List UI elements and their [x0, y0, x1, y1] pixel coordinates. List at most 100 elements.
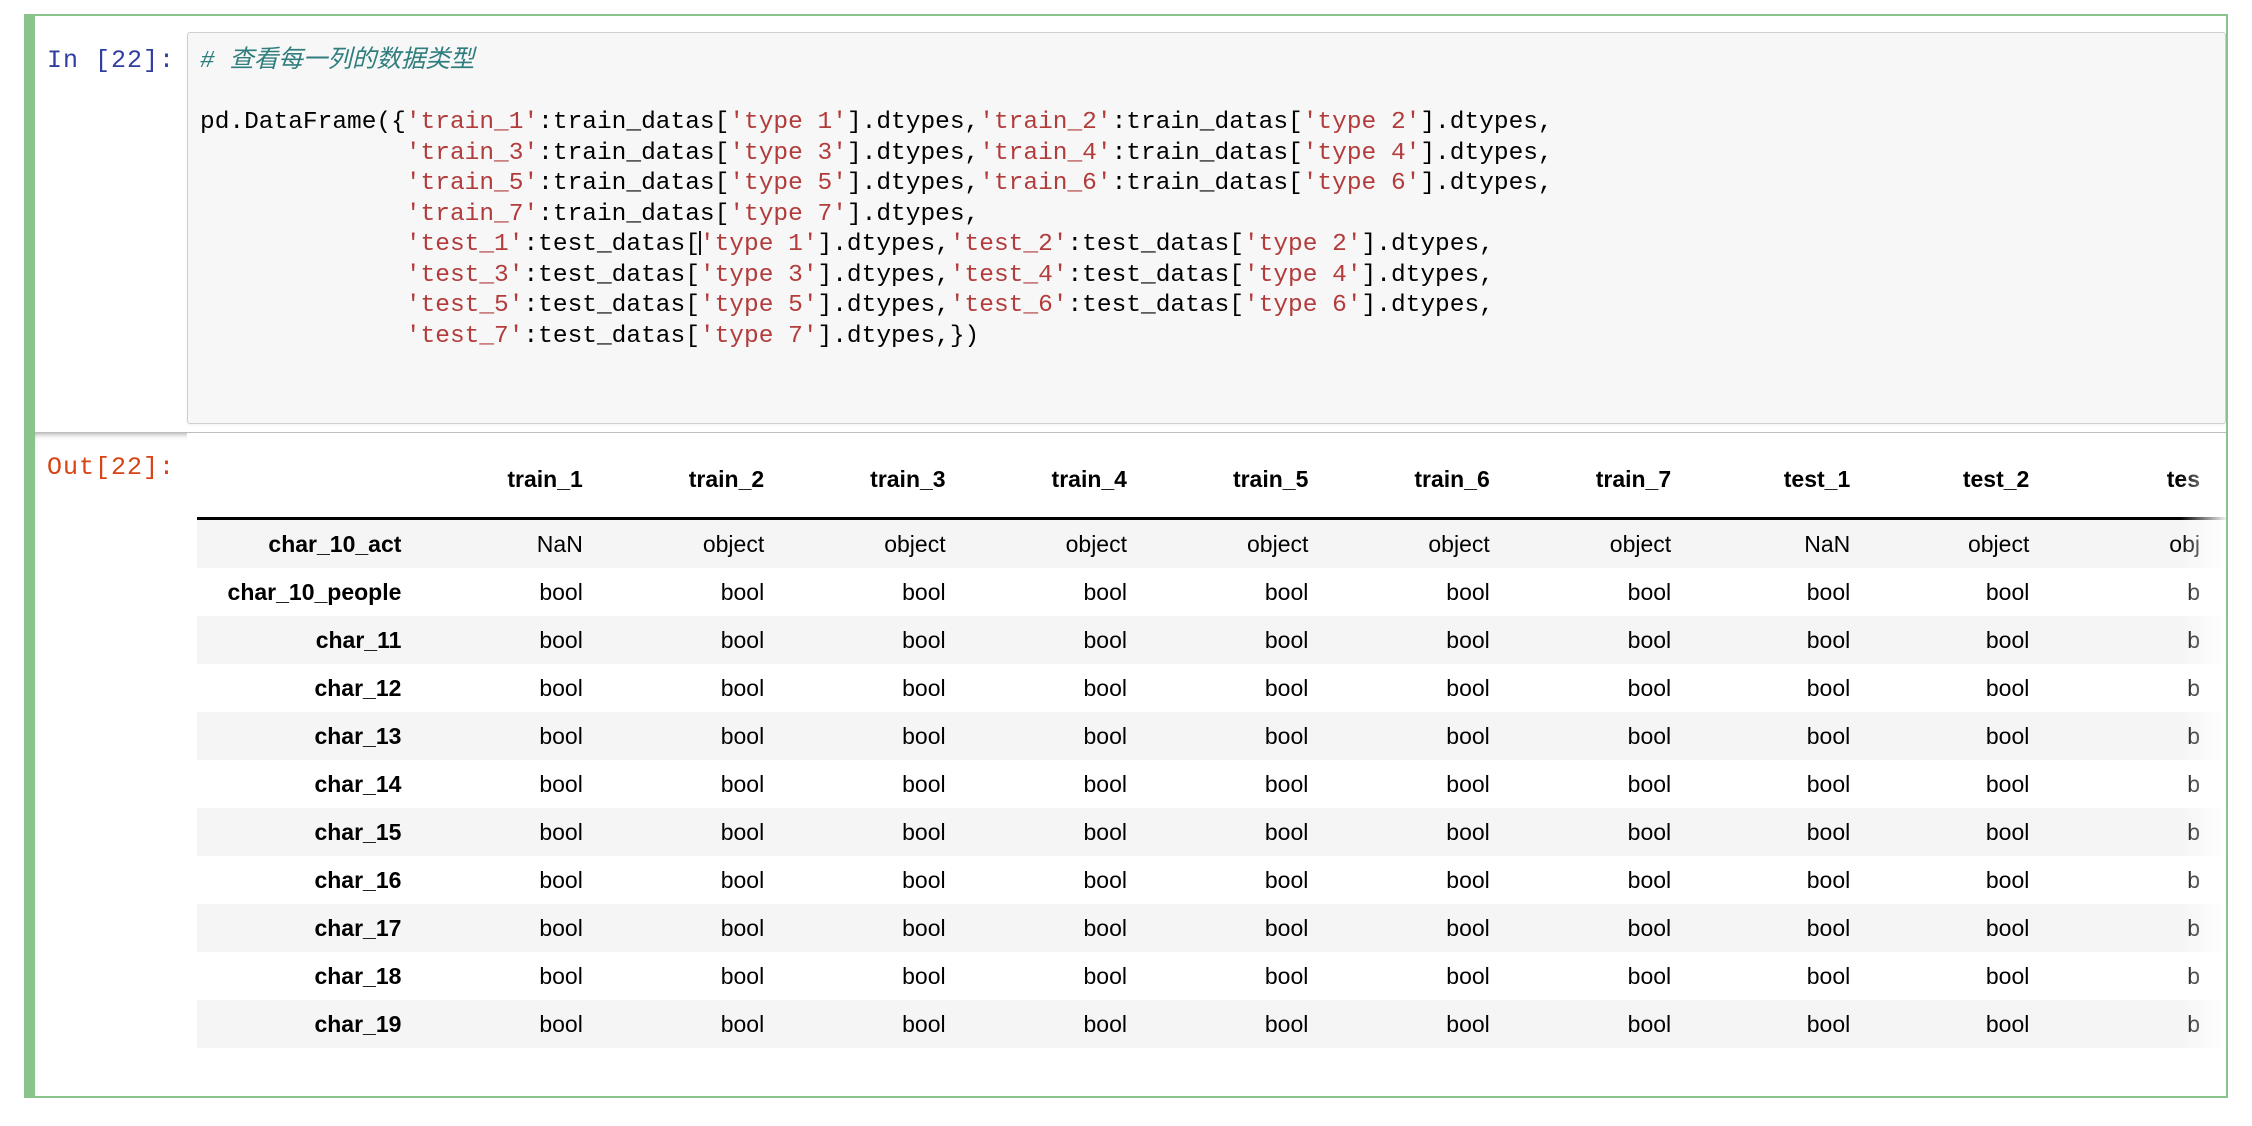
code-token: 'type 2': [1302, 109, 1421, 136]
dataframe-cell: bool: [1876, 712, 2056, 760]
dataframe-body: char_10_act NaN object object object object ob…: [197, 518, 2226, 1048]
dataframe-row-index: char_14: [197, 760, 428, 808]
dataframe-cell: bool: [1876, 1000, 2056, 1048]
code-token: 'type 1': [699, 231, 818, 258]
dataframe-cell: bool: [1697, 712, 1877, 760]
dataframe-cell: b: [2055, 568, 2226, 616]
dataframe-cell: bool: [427, 1000, 609, 1048]
dataframe-cell: bool: [427, 808, 609, 856]
dataframe-cell: bool: [971, 568, 1153, 616]
code-token: pd.DataFrame({: [200, 109, 406, 136]
dataframe-cell: b: [2055, 952, 2226, 1000]
dataframe-cell: bool: [608, 568, 791, 616]
code-token: ].dtypes,: [846, 139, 980, 167]
dataframe-cell: bool: [608, 664, 791, 712]
dataframe-column-header: tes: [2055, 455, 2226, 520]
notebook-cell-selected[interactable]: In [22]: # 查看每一列的数据类型 pd.DataFrame({'tra…: [24, 14, 2228, 1098]
dataframe-cell: b: [2055, 664, 2226, 712]
dataframe-cell: bool: [1152, 568, 1335, 616]
table-row: char_19 bool bool bool bool bool bool bool bool b…: [197, 1000, 2226, 1048]
code-token: 'type 4': [1243, 261, 1362, 289]
dataframe-row-index: char_10_people: [197, 568, 428, 616]
dataframe-cell: bool: [1515, 616, 1698, 664]
dataframe-cell: bool: [1334, 616, 1516, 664]
dataframe-cell: bool: [1515, 952, 1698, 1000]
dataframe-cell: bool: [427, 856, 609, 904]
dataframe-cell: bool: [1515, 808, 1698, 856]
dataframe-cell: NaN: [1697, 518, 1877, 568]
table-row: char_10_people bool bool bool bool bool bool bo…: [197, 568, 2226, 616]
dataframe-cell: bool: [1152, 664, 1335, 712]
code-token: ].dtypes,: [817, 261, 950, 289]
code-token: :train_datas[: [538, 200, 730, 228]
code-source[interactable]: # 查看每一列的数据类型 pd.DataFrame({'train_1':tra…: [188, 33, 2225, 352]
dataframe-cell: bool: [1697, 616, 1877, 664]
dataframe-cell: bool: [427, 568, 609, 616]
code-token: 'train_1': [405, 109, 539, 136]
code-token: 'test_1': [405, 231, 524, 258]
dataframe-cell: bool: [1334, 1000, 1516, 1048]
dataframe-cell: bool: [1697, 808, 1877, 856]
dataframe-cell: bool: [790, 904, 972, 952]
code-token: 'type 7': [729, 200, 847, 228]
dataframe-cell: bool: [790, 568, 972, 616]
code-token: 'type 5': [699, 292, 818, 319]
code-token: 'type 6': [1302, 170, 1421, 197]
dataframe-column-header: train_7: [1515, 455, 1698, 520]
dataframe-cell: bool: [1876, 904, 2056, 952]
dataframe-cell: bool: [1697, 664, 1877, 712]
dataframe-column-header: train_6: [1334, 455, 1516, 520]
code-token: 'type 7': [699, 322, 818, 350]
code-token: ].dtypes,: [817, 292, 950, 319]
dataframe-cell: bool: [1697, 1000, 1877, 1048]
code-token: :test_datas[: [523, 231, 700, 258]
dataframe-cell: bool: [608, 712, 791, 760]
dataframe-cell: bool: [1152, 616, 1335, 664]
code-body: pd.DataFrame({'train_1':train_datas['typ…: [200, 109, 1553, 350]
dataframe-cell: bool: [971, 712, 1153, 760]
code-token: 'train_6': [979, 170, 1112, 197]
dataframe-cell: bool: [1876, 568, 2056, 616]
dataframe-cell: NaN: [427, 518, 609, 568]
dataframe-cell: bool: [427, 664, 609, 712]
dataframe-cell: bool: [1876, 664, 2056, 712]
dataframe-cell: bool: [427, 712, 609, 760]
dataframe-cell: bool: [790, 664, 972, 712]
dataframe-cell: bool: [1876, 952, 2056, 1000]
dataframe-cell: bool: [427, 760, 609, 808]
dataframe-row-index: char_18: [197, 952, 428, 1000]
code-token: 'test_3': [405, 261, 524, 289]
dataframe-cell: bool: [608, 856, 791, 904]
code-token: ].dtypes,: [1420, 109, 1553, 136]
dataframe-cell: bool: [1876, 808, 2056, 856]
code-token: :test_datas[: [1067, 292, 1244, 319]
dataframe-cell: bool: [790, 952, 972, 1000]
dataframe-cell: object: [971, 518, 1153, 568]
dataframe-cell: bool: [1152, 1000, 1335, 1048]
dataframe-cell: bool: [608, 1000, 791, 1048]
dataframe-row-index: char_10_act: [197, 518, 428, 568]
code-token: ].dtypes,}): [817, 322, 980, 350]
dataframe-cell: bool: [1876, 856, 2056, 904]
code-token: :train_datas[: [1111, 139, 1303, 167]
dataframe-cell: bool: [971, 760, 1153, 808]
code-editor[interactable]: # 查看每一列的数据类型 pd.DataFrame({'train_1':tra…: [187, 32, 2226, 424]
dataframe-cell: bool: [971, 856, 1153, 904]
code-token: ].dtypes,: [1361, 231, 1494, 258]
table-row: char_12 bool bool bool bool bool bool bool bool b…: [197, 664, 2226, 712]
code-token: 'type 5': [729, 170, 847, 197]
table-row: char_13 bool bool bool bool bool bool bool bool b…: [197, 712, 2226, 760]
dataframe-column-header: test_1: [1697, 455, 1877, 520]
dataframe-cell: bool: [427, 952, 609, 1000]
code-cell-input-row: In [22]: # 查看每一列的数据类型 pd.DataFrame({'tra…: [35, 16, 2226, 432]
dataframe-cell: b: [2055, 760, 2226, 808]
notebook-page: In [22]: # 查看每一列的数据类型 pd.DataFrame({'tra…: [0, 0, 2252, 1126]
dataframe-cell: bool: [1697, 760, 1877, 808]
dataframe-cell: bool: [971, 808, 1153, 856]
dataframe-row-index: char_12: [197, 664, 428, 712]
dataframe-cell: bool: [608, 616, 791, 664]
